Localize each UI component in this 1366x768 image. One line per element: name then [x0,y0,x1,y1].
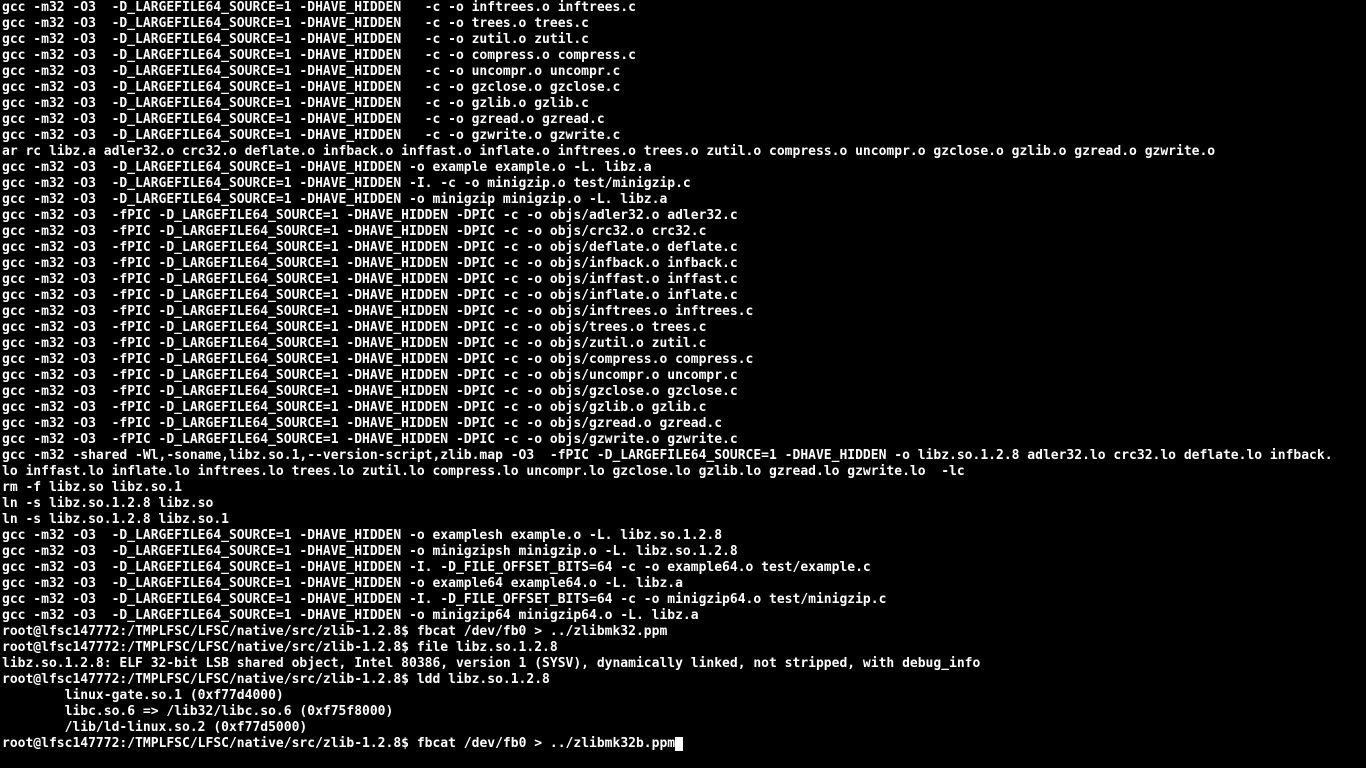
build-output-line: gcc -m32 -O3 -D_LARGEFILE64_SOURCE=1 -DH… [2,544,1364,560]
build-output-line: gcc -m32 -O3 -fPIC -D_LARGEFILE64_SOURCE… [2,240,1364,256]
build-output-line: gcc -m32 -O3 -D_LARGEFILE64_SOURCE=1 -DH… [2,608,1364,624]
build-output-line: ln -s libz.so.1.2.8 libz.so [2,496,1364,512]
cmd-output-line: libz.so.1.2.8: ELF 32-bit LSB shared obj… [2,656,1364,672]
build-output-line: gcc -m32 -O3 -fPIC -D_LARGEFILE64_SOURCE… [2,368,1364,384]
build-output-line: gcc -m32 -O3 -fPIC -D_LARGEFILE64_SOURCE… [2,336,1364,352]
build-output-line: gcc -m32 -O3 -D_LARGEFILE64_SOURCE=1 -DH… [2,80,1364,96]
build-output-line: gcc -m32 -O3 -D_LARGEFILE64_SOURCE=1 -DH… [2,96,1364,112]
cmd-output-line: /lib/ld-linux.so.2 (0xf77d5000) [2,720,1364,736]
command-input[interactable]: fbcat /dev/fb0 > ../zlibmk32b.ppm [417,736,675,751]
build-output-line: gcc -m32 -O3 -fPIC -D_LARGEFILE64_SOURCE… [2,320,1364,336]
build-output-line: gcc -m32 -O3 -D_LARGEFILE64_SOURCE=1 -DH… [2,32,1364,48]
cmd-output-line: linux-gate.so.1 (0xf77d4000) [2,688,1364,704]
build-output-line: gcc -m32 -O3 -fPIC -D_LARGEFILE64_SOURCE… [2,272,1364,288]
build-output-line: gcc -m32 -O3 -fPIC -D_LARGEFILE64_SOURCE… [2,304,1364,320]
build-output-line: lo inffast.lo inflate.lo inftrees.lo tre… [2,464,1364,480]
build-output-line: gcc -m32 -O3 -fPIC -D_LARGEFILE64_SOURCE… [2,208,1364,224]
build-output-line: gcc -m32 -O3 -D_LARGEFILE64_SOURCE=1 -DH… [2,48,1364,64]
build-output-line: ar rc libz.a adler32.o crc32.o deflate.o… [2,144,1364,160]
build-output-line: gcc -m32 -O3 -D_LARGEFILE64_SOURCE=1 -DH… [2,592,1364,608]
build-output-line: ln -s libz.so.1.2.8 libz.so.1 [2,512,1364,528]
shell-prompt: root@lfsc147772:/TMPLFSC/LFSC/native/src… [2,736,409,751]
build-output-line: gcc -m32 -O3 -fPIC -D_LARGEFILE64_SOURCE… [2,400,1364,416]
build-output-line: gcc -m32 -O3 -D_LARGEFILE64_SOURCE=1 -DH… [2,64,1364,80]
build-output-line: gcc -m32 -O3 -D_LARGEFILE64_SOURCE=1 -DH… [2,576,1364,592]
build-output-line: gcc -m32 -O3 -D_LARGEFILE64_SOURCE=1 -DH… [2,176,1364,192]
build-output-line: gcc -m32 -shared -Wl,-soname,libz.so.1,-… [2,448,1364,464]
terminal[interactable]: gcc -m32 -O3 -D_LARGEFILE64_SOURCE=1 -DH… [0,0,1366,752]
prompt-line: root@lfsc147772:/TMPLFSC/LFSC/native/src… [2,624,1364,640]
build-output-line: gcc -m32 -O3 -D_LARGEFILE64_SOURCE=1 -DH… [2,128,1364,144]
cursor [675,737,683,751]
build-output-line: gcc -m32 -O3 -D_LARGEFILE64_SOURCE=1 -DH… [2,112,1364,128]
build-output-line: gcc -m32 -O3 -fPIC -D_LARGEFILE64_SOURCE… [2,432,1364,448]
build-output-line: rm -f libz.so libz.so.1 [2,480,1364,496]
prompt-line: root@lfsc147772:/TMPLFSC/LFSC/native/src… [2,640,1364,656]
build-output-line: gcc -m32 -O3 -fPIC -D_LARGEFILE64_SOURCE… [2,224,1364,240]
build-output-line: gcc -m32 -O3 -fPIC -D_LARGEFILE64_SOURCE… [2,288,1364,304]
build-output-line: gcc -m32 -O3 -fPIC -D_LARGEFILE64_SOURCE… [2,416,1364,432]
build-output-line: gcc -m32 -O3 -fPIC -D_LARGEFILE64_SOURCE… [2,256,1364,272]
build-output-line: gcc -m32 -O3 -fPIC -D_LARGEFILE64_SOURCE… [2,384,1364,400]
build-output-line: gcc -m32 -O3 -D_LARGEFILE64_SOURCE=1 -DH… [2,560,1364,576]
cmd-output-line: libc.so.6 => /lib32/libc.so.6 (0xf75f800… [2,704,1364,720]
build-output-line: gcc -m32 -O3 -D_LARGEFILE64_SOURCE=1 -DH… [2,528,1364,544]
build-output-line: gcc -m32 -O3 -D_LARGEFILE64_SOURCE=1 -DH… [2,16,1364,32]
build-output-line: gcc -m32 -O3 -D_LARGEFILE64_SOURCE=1 -DH… [2,0,1364,16]
build-output-line: gcc -m32 -O3 -D_LARGEFILE64_SOURCE=1 -DH… [2,192,1364,208]
build-output-line: gcc -m32 -O3 -fPIC -D_LARGEFILE64_SOURCE… [2,352,1364,368]
prompt-line: root@lfsc147772:/TMPLFSC/LFSC/native/src… [2,672,1364,688]
build-output-line: gcc -m32 -O3 -D_LARGEFILE64_SOURCE=1 -DH… [2,160,1364,176]
active-prompt-line[interactable]: root@lfsc147772:/TMPLFSC/LFSC/native/src… [2,736,1364,752]
